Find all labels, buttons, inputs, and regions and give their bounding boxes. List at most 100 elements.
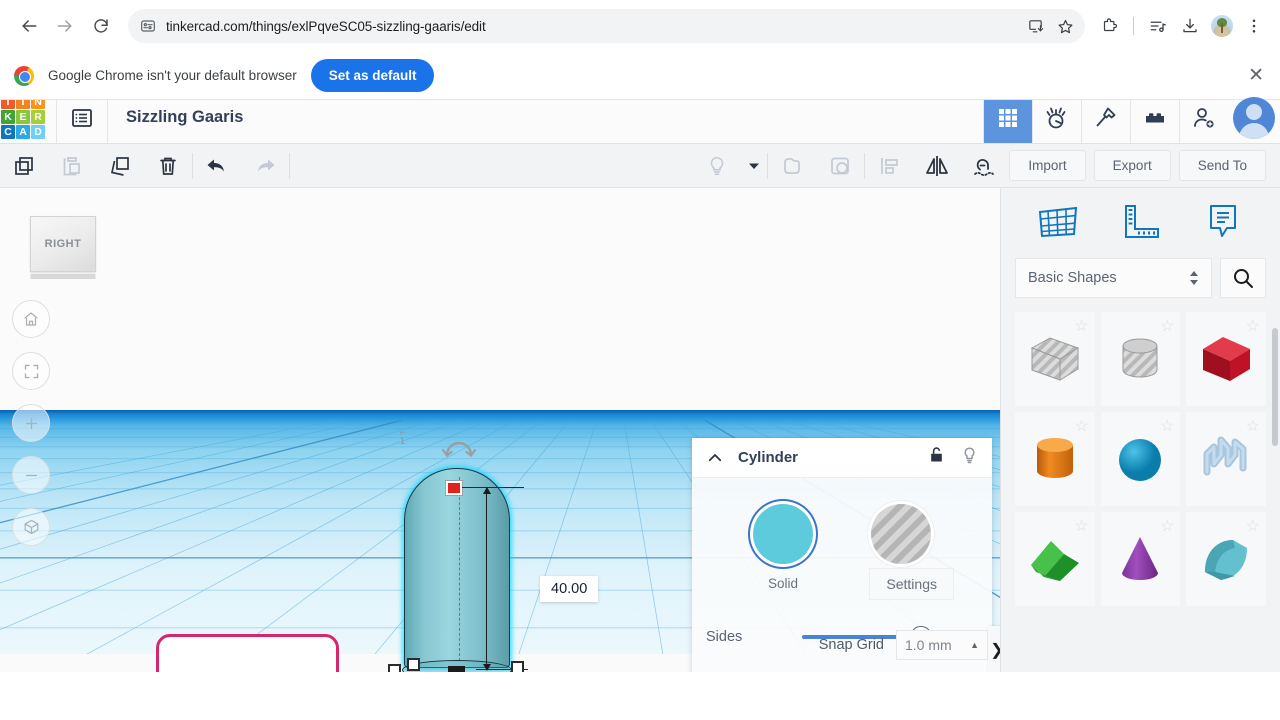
send-to-button[interactable]: Send To	[1178, 150, 1266, 181]
note-icon[interactable]	[1201, 202, 1245, 242]
shapes-search-row: Basic Shapes	[1001, 248, 1280, 306]
forward-arrow-icon[interactable]	[48, 9, 82, 43]
export-button[interactable]: Export	[1093, 150, 1171, 181]
corner-handle[interactable]	[511, 661, 524, 672]
ungroup-icon[interactable]	[816, 144, 864, 188]
zoom-out-icon[interactable]	[12, 456, 50, 494]
browser-toolbar-right	[1091, 12, 1268, 40]
shape-item-sphere[interactable]: ☆	[1100, 412, 1181, 506]
shape-item-box-hole[interactable]: ☆	[1015, 312, 1095, 406]
set-as-default-button[interactable]: Set as default	[310, 59, 435, 92]
logo-letter: A	[16, 125, 30, 139]
3d-canvas[interactable]: RIGHT Make it taller	[0, 188, 1000, 672]
height-resize-handle[interactable]	[446, 481, 462, 495]
group-icon[interactable]	[768, 144, 816, 188]
favorite-star-icon[interactable]: ☆	[1160, 416, 1174, 436]
height-dimension-arrow	[483, 487, 491, 671]
site-settings-icon[interactable]	[140, 18, 156, 34]
corner-handle[interactable]	[407, 658, 420, 671]
roof-thumb	[1030, 541, 1079, 581]
media-list-icon[interactable]	[1144, 12, 1172, 40]
solid-swatch[interactable]	[753, 504, 813, 564]
shape-item-roof[interactable]: ☆	[1015, 512, 1095, 606]
back-arrow-icon[interactable]	[12, 9, 46, 43]
fit-to-view-icon[interactable]	[12, 352, 50, 390]
shape-category-select[interactable]: Basic Shapes	[1015, 258, 1212, 298]
select-spinner-icon	[1189, 270, 1199, 286]
dimension-value[interactable]: 40.00	[540, 576, 599, 602]
editor-toolbar: Import Export Send To	[0, 144, 1280, 188]
ortho-perspective-icon[interactable]	[12, 508, 50, 546]
favorite-star-icon[interactable]: ☆	[1246, 316, 1260, 336]
selected-object-cylinder[interactable]: ⌐ 1 40.00	[388, 427, 618, 672]
address-bar[interactable]: tinkercad.com/things/exlPqveSC05-sizzlin…	[128, 9, 1085, 43]
corner-handle[interactable]	[388, 664, 401, 672]
favorite-star-icon[interactable]: ☆	[1074, 316, 1088, 336]
shape-item-scribble[interactable]: ☆	[1186, 412, 1266, 506]
axis-marker: ⌐ 1	[400, 427, 406, 446]
light-bulb-icon[interactable]	[961, 446, 978, 470]
annotation-callout: Make it taller	[156, 634, 339, 672]
snap-grid-select[interactable]: 1.0 mm ▲	[896, 630, 988, 660]
rotate-handle-icon[interactable]	[440, 441, 478, 465]
panel-expand-chevron-icon[interactable]: ❯	[988, 626, 1000, 672]
shape-item-cylinder[interactable]: ☆	[1015, 412, 1095, 506]
bookmark-star-icon[interactable]	[1051, 12, 1079, 40]
favorite-star-icon[interactable]: ☆	[1160, 516, 1174, 536]
move-handle[interactable]	[448, 666, 465, 672]
shapes-scrollbar-thumb[interactable]	[1272, 328, 1278, 446]
three-dot-menu-icon[interactable]	[1240, 12, 1268, 40]
shape-item-box[interactable]: ☆	[1186, 312, 1266, 406]
view-cube-face-label[interactable]: RIGHT	[30, 216, 96, 272]
chevron-up-icon[interactable]: ▲	[970, 640, 979, 650]
shape-item-cone[interactable]: ☆	[1100, 512, 1181, 606]
chevron-down-icon[interactable]	[741, 144, 767, 188]
unlock-icon[interactable]	[928, 446, 945, 469]
favorite-star-icon[interactable]: ☆	[1074, 516, 1088, 536]
settings-button[interactable]: Settings	[869, 568, 954, 600]
redo-icon[interactable]	[241, 144, 289, 188]
sphere-thumb	[1119, 439, 1162, 481]
magnet-snap-icon[interactable]	[961, 144, 1009, 188]
chevron-up-icon[interactable]	[706, 449, 724, 467]
profile-avatar-icon[interactable]	[1208, 12, 1236, 40]
favorite-star-icon[interactable]: ☆	[1074, 416, 1088, 436]
sides-label: Sides	[706, 629, 743, 645]
zoom-in-icon[interactable]	[12, 404, 50, 442]
shapes-panel: Basic Shapes ☆ ☆ ☆ ☆ ☆ ☆ ☆ ☆ ☆	[1000, 188, 1280, 672]
ruler-icon[interactable]	[1118, 202, 1162, 242]
downloads-icon[interactable]	[1176, 12, 1204, 40]
favorite-star-icon[interactable]: ☆	[1246, 416, 1260, 436]
delete-trash-icon[interactable]	[144, 144, 192, 188]
close-icon[interactable]: ✕	[1248, 66, 1264, 85]
import-button[interactable]: Import	[1009, 150, 1086, 181]
snap-grid-control: Snap Grid 1.0 mm ▲	[819, 630, 988, 660]
favorite-star-icon[interactable]: ☆	[1160, 316, 1174, 336]
cylinder-body[interactable]	[404, 468, 510, 668]
logo-letter: C	[1, 125, 15, 139]
light-bulb-icon[interactable]	[693, 144, 741, 188]
tinkercad-logo[interactable]: T I N K E R C A D	[0, 94, 46, 140]
reload-icon[interactable]	[84, 9, 118, 43]
logo-letter: R	[31, 110, 45, 124]
hole-swatch[interactable]	[871, 504, 931, 564]
solid-mode-option[interactable]: Solid	[753, 504, 813, 591]
workplane-icon[interactable]	[1036, 202, 1080, 242]
align-icon[interactable]	[865, 144, 913, 188]
install-app-icon[interactable]	[1021, 12, 1049, 40]
duplicate-icon[interactable]	[96, 144, 144, 188]
shape-category-value: Basic Shapes	[1028, 270, 1117, 286]
search-icon[interactable]	[1220, 258, 1266, 298]
extensions-puzzle-icon[interactable]	[1095, 12, 1123, 40]
mirror-flip-icon[interactable]	[913, 144, 961, 188]
undo-icon[interactable]	[193, 144, 241, 188]
paste-icon[interactable]	[48, 144, 96, 188]
favorite-star-icon[interactable]: ☆	[1246, 516, 1260, 536]
shape-item-cylinder-hole[interactable]: ☆	[1100, 312, 1181, 406]
snap-grid-value: 1.0 mm	[905, 637, 952, 653]
copy-icon[interactable]	[0, 144, 48, 188]
home-view-icon[interactable]	[12, 300, 50, 338]
view-cube[interactable]: RIGHT	[26, 216, 100, 279]
shapes-grid: ☆ ☆ ☆ ☆ ☆ ☆ ☆ ☆ ☆	[1001, 306, 1280, 672]
shape-item-round-roof[interactable]: ☆	[1186, 512, 1266, 606]
